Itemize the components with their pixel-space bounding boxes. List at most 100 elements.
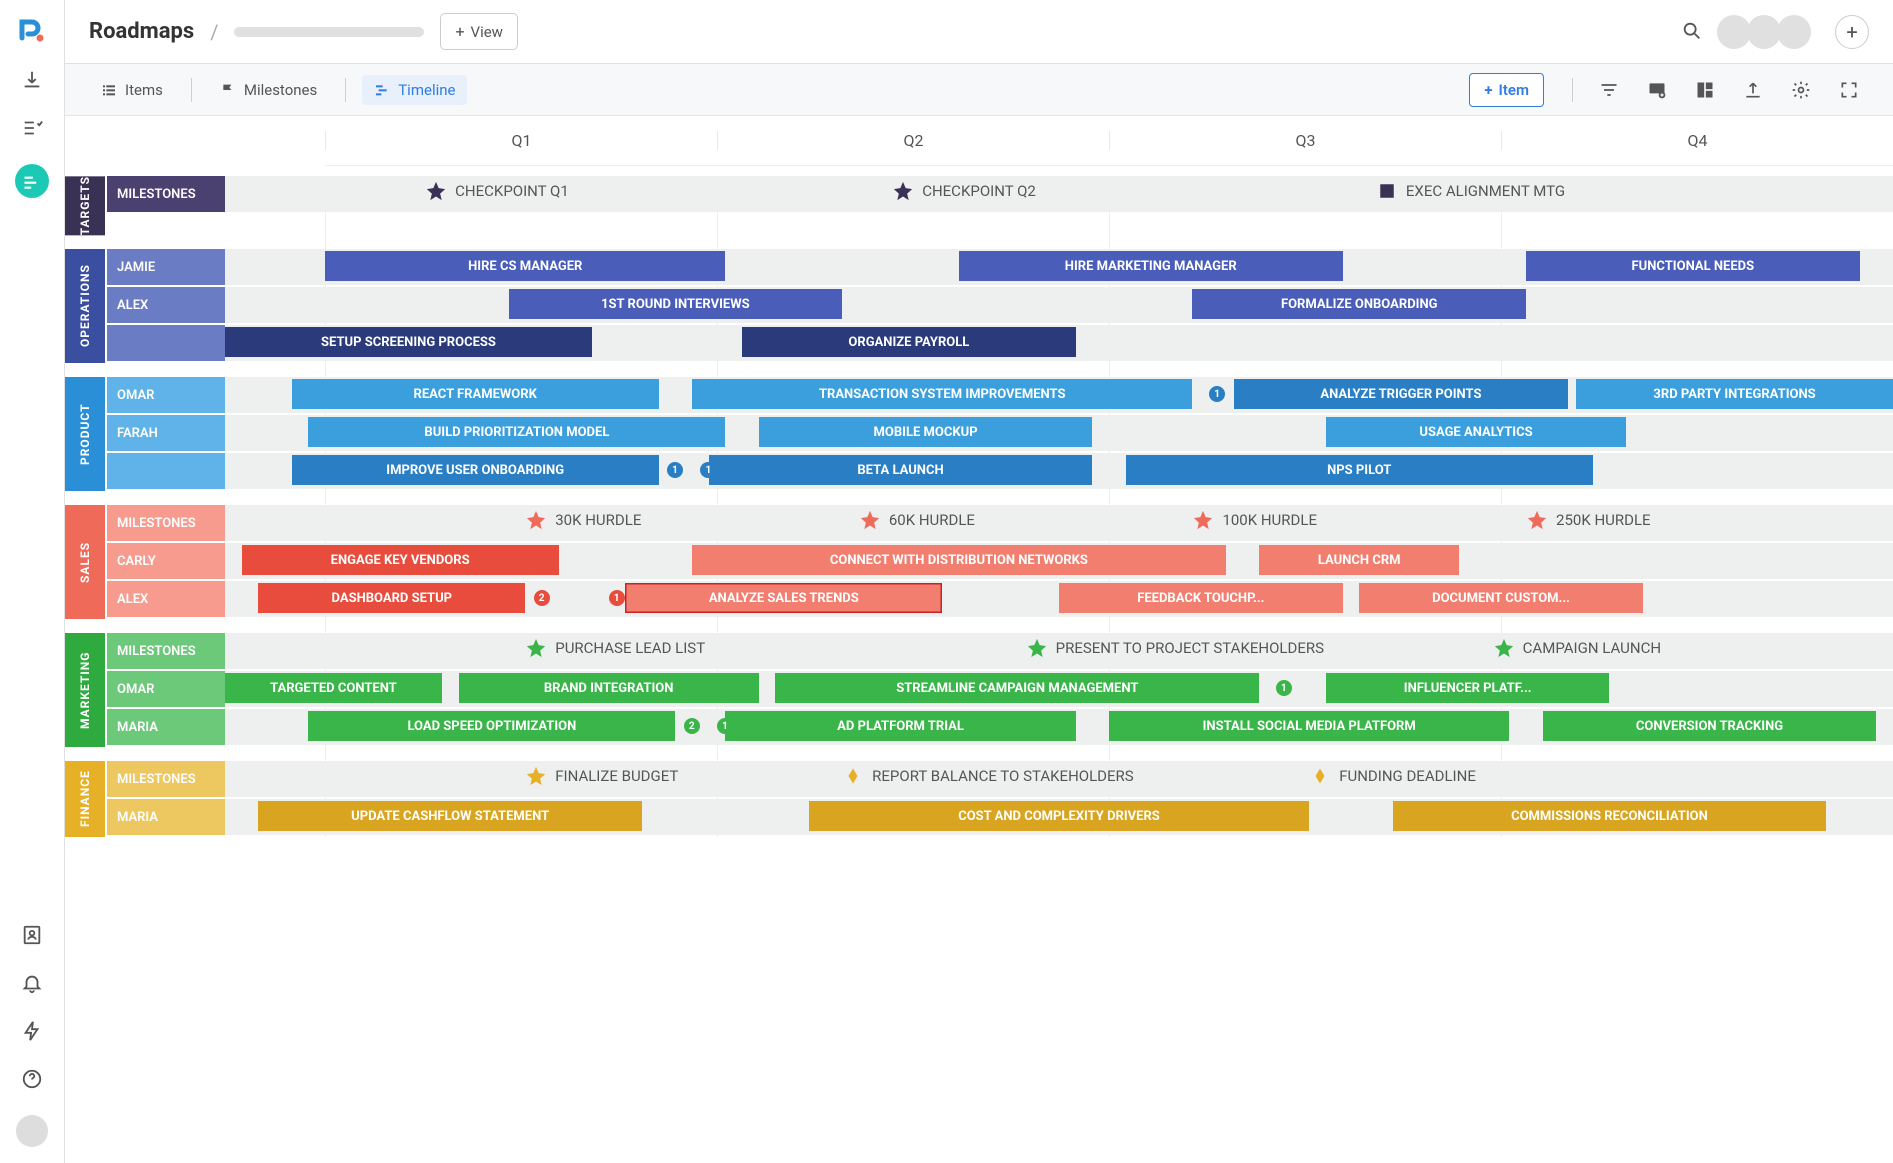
lane-label: CARLY	[107, 543, 225, 579]
timeline-bar[interactable]: UPDATE CASHFLOW STATEMENT	[258, 801, 642, 831]
search-icon[interactable]	[1681, 20, 1705, 44]
bolt-icon[interactable]	[20, 1019, 44, 1043]
help-icon[interactable]	[20, 1067, 44, 1091]
timeline-bar[interactable]: MOBILE MOCKUP	[759, 417, 1093, 447]
milestone-item[interactable]: FUNDING DEADLINE	[1309, 765, 1476, 787]
timeline-bar[interactable]: HIRE CS MANAGER	[325, 251, 725, 281]
timeline-bar[interactable]: ORGANIZE PAYROLL	[742, 327, 1076, 357]
dependency-badge[interactable]: 2	[684, 718, 700, 734]
milestone-item[interactable]: REPORT BALANCE TO STAKEHOLDERS	[842, 765, 1134, 787]
timeline-bar[interactable]: BUILD PRIORITIZATION MODEL	[308, 417, 725, 447]
lane-row: OMARREACT FRAMEWORKTRANSACTION SYSTEM IM…	[105, 377, 1893, 413]
milestone-item[interactable]: PRESENT TO PROJECT STAKEHOLDERS	[1026, 637, 1324, 659]
dependency-badge[interactable]: 1	[667, 462, 683, 478]
milestone-label: PURCHASE LEAD LIST	[555, 639, 705, 657]
timeline-bar[interactable]: STREAMLINE CAMPAIGN MANAGEMENT	[775, 673, 1259, 703]
star-icon	[1026, 637, 1048, 659]
star-icon	[525, 637, 547, 659]
bell-icon[interactable]	[20, 971, 44, 995]
timeline-bar[interactable]: TARGETED CONTENT	[225, 673, 442, 703]
star-icon	[1192, 509, 1214, 531]
lane-row: ALEX1ST ROUND INTERVIEWSFORMALIZE ONBOAR…	[105, 287, 1893, 323]
star-icon	[859, 509, 881, 531]
timeline-bar[interactable]: 1ST ROUND INTERVIEWS	[509, 289, 843, 319]
dependency-badge[interactable]: 1	[1209, 386, 1225, 402]
timeline-bar[interactable]: 3RD PARTY INTEGRATIONS	[1576, 379, 1893, 409]
download-icon[interactable]	[20, 68, 44, 92]
milestone-item[interactable]: EXEC ALIGNMENT MTG	[1376, 180, 1565, 202]
add-item-button[interactable]: +Item	[1469, 73, 1544, 107]
tab-timeline[interactable]: Timeline	[362, 75, 467, 105]
lane-track: IMPROVE USER ONBOARDING BETA LAUNCH NPS PI…	[225, 453, 1893, 489]
timeline-bar[interactable]: ANALYZE SALES TRENDS	[625, 583, 942, 613]
milestone-item[interactable]: 30K HURDLE	[525, 509, 641, 531]
topbar: Roadmaps / +View +	[65, 0, 1893, 64]
milestone-item[interactable]: 250K HURDLE	[1526, 509, 1651, 531]
milestone-item[interactable]: CHECKPOINT Q1	[425, 180, 569, 202]
milestone-item[interactable]: FINALIZE BUDGET	[525, 765, 678, 787]
milestone-label: EXEC ALIGNMENT MTG	[1406, 182, 1565, 200]
star-icon	[892, 180, 914, 202]
lane-group-product: PRODUCTOMARREACT FRAMEWORKTRANSACTION SY…	[65, 377, 1893, 491]
add-collaborator-button[interactable]: +	[1835, 15, 1869, 49]
milestone-label: FINALIZE BUDGET	[555, 767, 678, 785]
timeline-bar[interactable]: BETA LAUNCH	[709, 455, 1093, 485]
timeline-bar[interactable]: COST AND COMPLEXITY DRIVERS	[809, 801, 1309, 831]
timeline-bar[interactable]: FUNCTIONAL NEEDS	[1526, 251, 1860, 281]
lane-track: FINALIZE BUDGET REPORT BALANCE TO STAKEHO…	[225, 761, 1893, 797]
timeline-bar[interactable]: FORMALIZE ONBOARDING	[1192, 289, 1526, 319]
milestone-item[interactable]: CHECKPOINT Q2	[892, 180, 1036, 202]
layout-icon[interactable]	[1695, 80, 1715, 100]
swimlanes-container: TARGETSMILESTONESCHECKPOINT Q1CHECKPOINT…	[65, 176, 1893, 837]
milestone-label: 30K HURDLE	[555, 511, 641, 529]
tab-milestones[interactable]: Milestones	[208, 75, 329, 105]
timeline-bar[interactable]: DASHBOARD SETUP	[258, 583, 525, 613]
timeline-bar[interactable]: TRANSACTION SYSTEM IMPROVEMENTS	[692, 379, 1192, 409]
dependency-badge[interactable]: 2	[534, 590, 550, 606]
timeline-bar[interactable]: REACT FRAMEWORK	[292, 379, 659, 409]
timeline-bar[interactable]: HIRE MARKETING MANAGER	[959, 251, 1343, 281]
lane-track: ENGAGE KEY VENDORS CONNECT WITH DISTRIBUT…	[225, 543, 1893, 579]
milestone-item[interactable]: 100K HURDLE	[1192, 509, 1317, 531]
export-icon[interactable]	[1743, 80, 1763, 100]
timeline-bar[interactable]: ANALYZE TRIGGER POINTS	[1234, 379, 1568, 409]
timeline-bar[interactable]: ENGAGE KEY VENDORS	[242, 545, 559, 575]
add-view-button[interactable]: +View	[440, 13, 518, 50]
fullscreen-icon[interactable]	[1839, 80, 1859, 100]
settings-icon[interactable]	[1791, 80, 1811, 100]
timeline-bar[interactable]: CONVERSION TRACKING	[1543, 711, 1877, 741]
timeline-bar[interactable]: FEEDBACK TOUCHP...	[1059, 583, 1343, 613]
timeline-bar[interactable]: LOAD SPEED OPTIMIZATION	[308, 711, 675, 741]
milestone-label: 100K HURDLE	[1222, 511, 1317, 529]
lane-group-operations: OPERATIONSJAMIEHIRE CS MANAGERHIRE MARKE…	[65, 249, 1893, 363]
timeline-bar[interactable]: CONNECT WITH DISTRIBUTION NETWORKS	[692, 545, 1226, 575]
lane-label: MILESTONES	[107, 761, 225, 797]
link-icon[interactable]	[1647, 80, 1667, 100]
milestone-item[interactable]: PURCHASE LEAD LIST	[525, 637, 705, 659]
milestone-item[interactable]: CAMPAIGN LAUNCH	[1493, 637, 1661, 659]
star-icon	[525, 509, 547, 531]
user-avatar[interactable]	[16, 1115, 48, 1147]
milestone-item[interactable]: 60K HURDLE	[859, 509, 975, 531]
collaborator-avatars[interactable]	[1721, 15, 1811, 49]
contacts-icon[interactable]	[20, 923, 44, 947]
list-check-icon[interactable]	[20, 116, 44, 140]
tab-items[interactable]: Items	[89, 75, 175, 105]
lane-label: MARIA	[107, 799, 225, 835]
timeline-bar[interactable]: AD PLATFORM TRIAL	[725, 711, 1075, 741]
timeline-bar[interactable]: BRAND INTEGRATION	[459, 673, 759, 703]
timeline-bar[interactable]: INFLUENCER PLATF...	[1326, 673, 1610, 703]
timeline-bar[interactable]: USAGE ANALYTICS	[1326, 417, 1626, 447]
timeline-bar[interactable]: DOCUMENT CUSTOM...	[1359, 583, 1643, 613]
quarter-header: Q4	[1501, 131, 1893, 150]
timeline-bar[interactable]: INSTALL SOCIAL MEDIA PLATFORM	[1109, 711, 1509, 741]
timeline-bar[interactable]: IMPROVE USER ONBOARDING	[292, 455, 659, 485]
dependency-badge[interactable]: 1	[1276, 680, 1292, 696]
dependency-badge[interactable]: 1	[609, 590, 625, 606]
timeline-bar[interactable]: SETUP SCREENING PROCESS	[225, 327, 592, 357]
timeline-nav-icon[interactable]	[15, 164, 49, 198]
timeline-bar[interactable]: LAUNCH CRM	[1259, 545, 1459, 575]
timeline-bar[interactable]: NPS PILOT	[1126, 455, 1593, 485]
filter-icon[interactable]	[1599, 80, 1619, 100]
timeline-bar[interactable]: COMMISSIONS RECONCILIATION	[1393, 801, 1827, 831]
